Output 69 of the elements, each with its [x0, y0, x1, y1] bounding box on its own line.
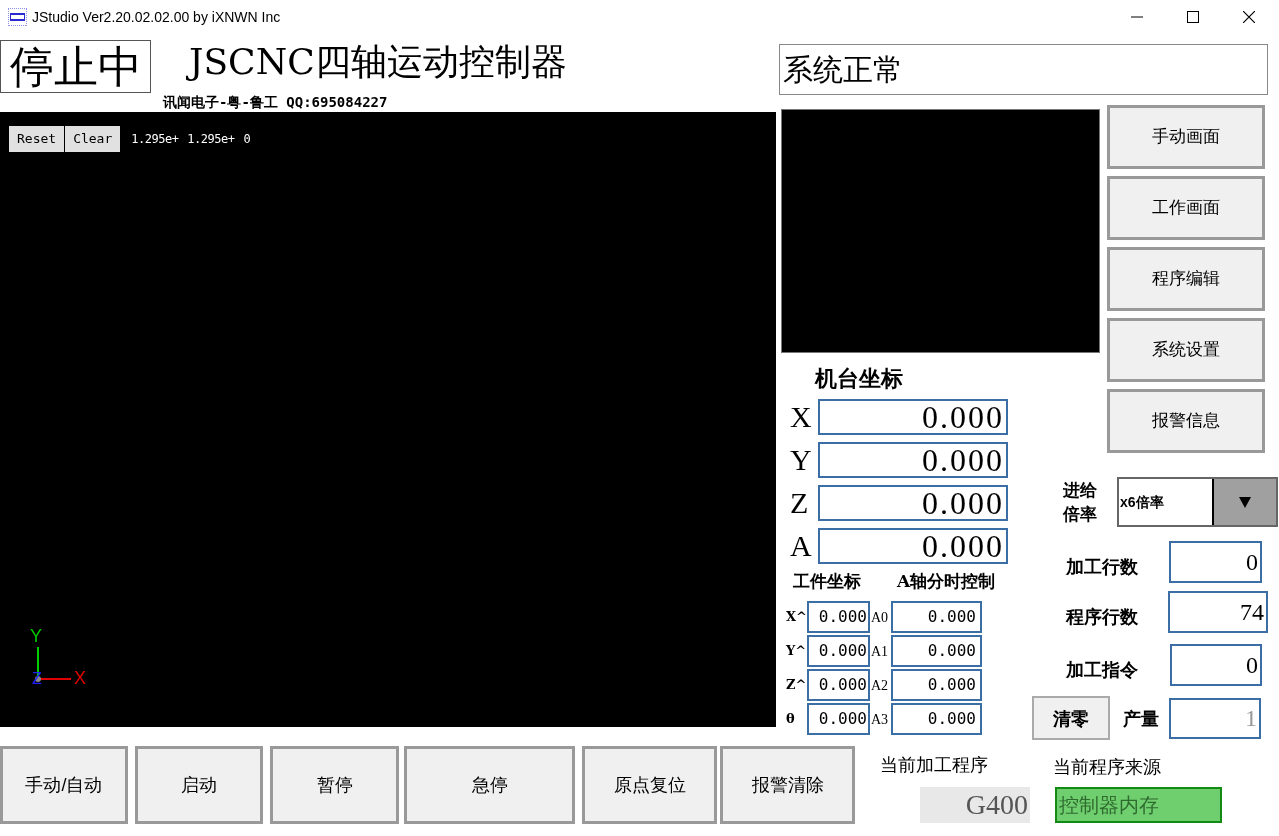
coordinate-field: 0.000 — [807, 669, 870, 701]
program-label: 当前加工程序 — [880, 754, 988, 777]
run-state-label: 停止中 — [0, 40, 151, 93]
nav-button[interactable]: 报警信息 — [1107, 389, 1265, 453]
coordinate-field: 0.000 — [891, 601, 982, 633]
coordinate-field: 0.000 — [807, 635, 870, 667]
canvas-button[interactable]: Reset — [9, 126, 65, 152]
axis-label: A3 — [870, 710, 890, 729]
control-button[interactable]: 手动/自动 — [0, 746, 128, 824]
counter-label: 加工指令 — [1066, 658, 1138, 682]
coordinate-field: 0.000 — [818, 399, 1008, 435]
coordinate-readout: 1.295e+ — [187, 131, 235, 148]
nav-button[interactable]: 工作画面 — [1107, 176, 1265, 240]
coordinate-field: 0.000 — [818, 528, 1008, 564]
close-icon[interactable] — [1243, 11, 1255, 23]
control-button[interactable]: 报警清除 — [720, 746, 855, 824]
axis-label: X — [74, 669, 86, 687]
control-button[interactable]: 急停 — [404, 746, 575, 824]
control-button[interactable]: 启动 — [135, 746, 263, 824]
source-label: 当前程序来源 — [1053, 756, 1162, 779]
counter-label: 加工行数 — [1066, 555, 1138, 579]
coordinate-field: 0.000 — [891, 669, 982, 701]
window-title: JStudio Ver2.20.02.02.00 by iXNWN Inc — [32, 7, 281, 27]
axis-label: A — [790, 528, 813, 564]
control-button[interactable]: 暂停 — [270, 746, 399, 824]
nav-button[interactable]: 手动画面 — [1107, 105, 1265, 169]
subtitle: 讯闻电子-粤-鲁工 QQ:695084227 — [163, 93, 389, 112]
coordinate-field: 0.000 — [807, 703, 870, 735]
counter-label: 程序行数 — [1066, 605, 1138, 629]
axis-label: θ — [785, 710, 796, 729]
feed-rate-label: 进给倍率 — [1063, 479, 1098, 526]
coordinate-field: 0.000 — [818, 442, 1008, 478]
section-title: 机台坐标 — [815, 365, 904, 391]
canvas-button[interactable]: Clear — [65, 126, 121, 152]
section-title: A轴分时控制 — [897, 570, 996, 594]
axis-label: Z — [32, 671, 42, 687]
axis-label: X^ — [785, 608, 807, 627]
coordinate-field: 0.000 — [818, 485, 1008, 521]
coordinate-field: 0.000 — [807, 601, 870, 633]
axis-label: X — [790, 399, 813, 435]
counter-field: 74 — [1168, 591, 1268, 633]
app-logo-icon — [8, 8, 27, 26]
coordinate-field: 0.000 — [891, 703, 982, 735]
axis-label: Y — [30, 627, 42, 645]
axis-label: Z — [790, 485, 810, 521]
axis-label: A1 — [870, 642, 890, 661]
coordinate-readout: 1.295e+ — [131, 131, 179, 148]
control-button[interactable]: 原点复位 — [582, 746, 717, 824]
status-field: 系统正常 — [779, 44, 1268, 95]
section-title: 工件坐标 — [793, 570, 861, 594]
clear-button[interactable]: 清零 — [1032, 696, 1110, 740]
program-field: G400 — [920, 787, 1030, 823]
feed-rate-dropdown[interactable]: x6倍率 — [1117, 477, 1278, 527]
caret-icon — [1239, 496, 1251, 508]
counter-field: 0 — [1170, 644, 1262, 686]
nav-button[interactable]: 系统设置 — [1107, 318, 1265, 382]
output-field: 1 — [1169, 697, 1261, 739]
axis-label: A2 — [870, 676, 890, 695]
source-indicator: 控制器内存 — [1055, 787, 1222, 823]
maximize-icon[interactable] — [1187, 11, 1199, 23]
coordinate-field: 0.000 — [891, 635, 982, 667]
counter-field: 0 — [1169, 541, 1262, 583]
coordinate-readout: 0 — [243, 131, 251, 148]
axis-label: Y^ — [785, 642, 807, 661]
axis-label: A0 — [870, 608, 890, 627]
axis-label: Z^ — [785, 676, 807, 695]
nav-button[interactable]: 程序编辑 — [1107, 247, 1265, 311]
output-label: 产量 — [1123, 706, 1159, 731]
axis-label: Y — [790, 442, 813, 478]
